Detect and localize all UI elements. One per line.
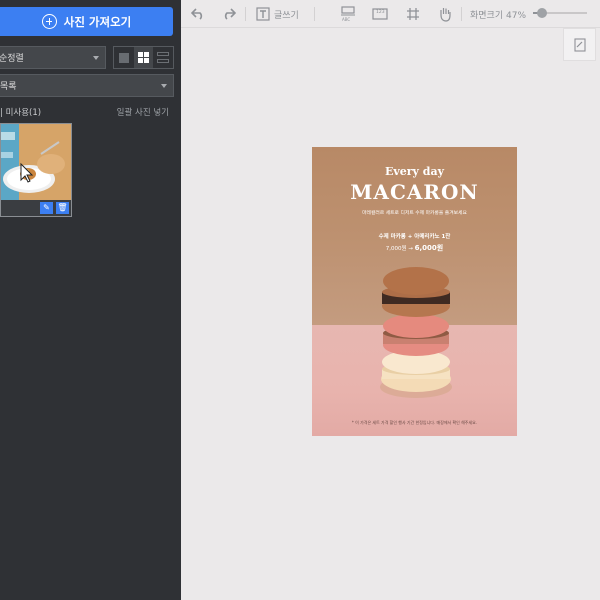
poster-footer-note: * 이 가격은 세트 가격 할인 행사 기간 한정입니다. 매장에서 확인 해주… xyxy=(351,420,478,425)
design-page-canvas[interactable]: Every day MACARON 마레컬러르 세트로 디저트 수제 마카롱을 … xyxy=(312,147,517,436)
poster-price-line: 7,000원 → 6,000원 xyxy=(312,243,517,253)
list-icon xyxy=(157,52,170,63)
text-tool-button[interactable]: 글쓰기 xyxy=(256,6,299,22)
add-circle-icon xyxy=(41,14,57,29)
zoom-slider-handle[interactable] xyxy=(537,8,547,18)
price-before: 7,000원 xyxy=(385,246,407,252)
toolbar-divider xyxy=(245,7,246,21)
sort-order-select[interactable]: 순정렬 xyxy=(0,46,106,69)
arrow-icon: → xyxy=(408,246,413,252)
document-edit-icon xyxy=(573,37,586,52)
text-tool-label: 글쓰기 xyxy=(274,10,299,21)
toolbar-divider xyxy=(461,7,462,21)
view-mode-toggle xyxy=(113,46,174,69)
poster-eyebrow-text: Every day xyxy=(384,165,444,178)
zoom-label: 화면크기 xyxy=(470,11,504,21)
single-square-icon xyxy=(118,52,129,63)
delete-photo-icon[interactable]: 🗑 xyxy=(56,202,69,214)
page-settings-button[interactable] xyxy=(563,28,596,61)
number-caption: 123 xyxy=(376,10,385,15)
folder-select[interactable]: 목록 xyxy=(0,74,174,97)
import-photos-button[interactable]: 사진 가져오기 xyxy=(0,7,173,36)
toolbar-divider xyxy=(314,7,315,21)
zoom-value: 47% xyxy=(506,11,527,21)
bulk-insert-link[interactable]: 일괄 사진 넣기 xyxy=(117,106,169,118)
poster-description: 마레컬러르 세트로 디저트 수제 마카롱을 즐겨보세요 xyxy=(362,211,467,216)
sort-order-value: 순정렬 xyxy=(0,54,24,64)
single-view-button[interactable] xyxy=(114,47,134,68)
chevron-down-icon xyxy=(161,84,167,88)
unused-photos-count: | 미사용(1) xyxy=(0,108,42,118)
folder-select-value: 목록 xyxy=(0,82,17,92)
text-box-icon xyxy=(256,7,270,21)
photo-sidebar: 사진 가져오기 순정렬 목록 | 미사용(1) 일괄 사진 넣기 ✎ 🗑 xyxy=(0,0,181,600)
zoom-level-text: 화면크기 47% xyxy=(470,8,526,21)
undo-icon[interactable] xyxy=(191,6,205,22)
edit-photo-icon[interactable]: ✎ xyxy=(40,202,53,214)
abc-caption: ABC xyxy=(342,17,351,22)
photo-actions: ✎ 🗑 xyxy=(40,202,69,214)
macaron-photo-image xyxy=(1,124,71,200)
grid-view-button[interactable] xyxy=(133,47,154,68)
price-after: 6,000원 xyxy=(414,244,444,252)
grid-hash-icon[interactable] xyxy=(406,6,420,22)
hand-pan-icon[interactable] xyxy=(438,6,452,22)
chevron-down-icon xyxy=(93,56,99,60)
list-view-button[interactable] xyxy=(153,47,173,68)
photo-thumbnail[interactable]: ✎ 🗑 xyxy=(0,123,72,217)
poster-offer: 수제 마카롱 + 아메리카노 1잔 xyxy=(378,234,451,240)
redo-icon[interactable] xyxy=(222,6,236,22)
grid-icon xyxy=(138,52,149,63)
import-photos-label: 사진 가져오기 xyxy=(63,14,132,29)
poster-title: MACARON xyxy=(350,180,479,204)
